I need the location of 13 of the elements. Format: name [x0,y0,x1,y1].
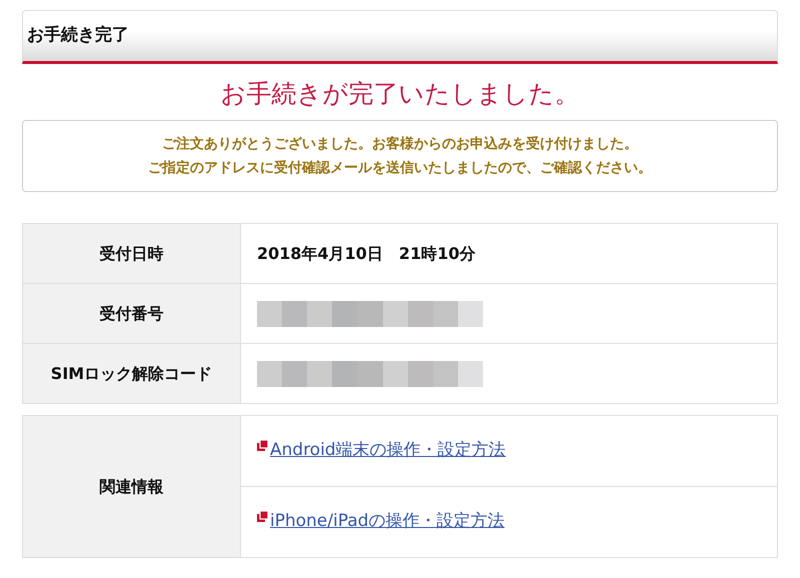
completion-heading: お手続きが完了いたしました。 [220,78,580,110]
external-link-icon [257,440,268,452]
row-label: 受付番号 [22,284,240,344]
row-value: 2018年4月10日 21時10分 [257,244,476,262]
row-label: 関連情報 [22,416,240,558]
row-label: SIMロック解除コード [22,344,240,404]
help-link[interactable]: iPhone/iPadの操作・設定方法 [270,511,505,532]
external-link-icon [257,511,268,522]
notice-text: ご注文ありがとうございました。お客様からのお申込みを受け付けました。 [161,134,639,154]
help-link[interactable]: Android端末の操作・設定方法 [270,440,506,460]
row-label: 受付日時 [22,224,240,284]
page-title: お手続き完了 [27,24,129,48]
notice-text: ご指定のアドレスに受付確認メールを送信いたしましたので、ご確認ください。 [147,158,653,178]
